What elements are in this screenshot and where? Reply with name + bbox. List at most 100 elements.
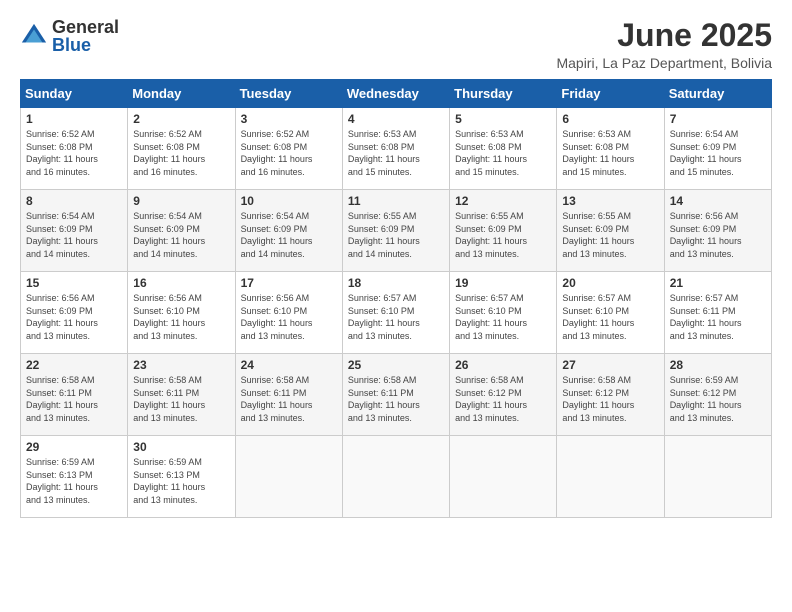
day-info: Sunrise: 6:58 AM Sunset: 6:11 PM Dayligh… [26,374,122,424]
day-info: Sunrise: 6:55 AM Sunset: 6:09 PM Dayligh… [348,210,444,260]
day-info: Sunrise: 6:55 AM Sunset: 6:09 PM Dayligh… [562,210,658,260]
day-info: Sunrise: 6:54 AM Sunset: 6:09 PM Dayligh… [133,210,229,260]
day-info: Sunrise: 6:58 AM Sunset: 6:11 PM Dayligh… [133,374,229,424]
day-info: Sunrise: 6:55 AM Sunset: 6:09 PM Dayligh… [455,210,551,260]
day-info: Sunrise: 6:58 AM Sunset: 6:11 PM Dayligh… [348,374,444,424]
table-row: 28Sunrise: 6:59 AM Sunset: 6:12 PM Dayli… [664,354,771,436]
table-row [664,436,771,518]
table-row: 18 Sunrise: 6:57 AM Sunset: 6:10 PM Dayli… [342,272,449,354]
day-number: 25 [348,358,444,372]
day-number: 9 [133,194,229,208]
table-row: 17Sunrise: 6:56 AM Sunset: 6:10 PM Dayli… [235,272,342,354]
day-number: 17 [241,276,337,290]
day-number: 8 [26,194,122,208]
table-row: 30 Sunrise: 6:59 AM Sunset: 6:13 PM Dayli… [128,436,235,518]
day-number: 10 [241,194,337,208]
header: General Blue June 2025 Mapiri, La Paz De… [20,18,772,71]
day-number: 23 [133,358,229,372]
table-row: 6 Sunrise: 6:53 AM Sunset: 6:08 PM Daylig… [557,108,664,190]
day-info: Sunrise: 6:54 AM Sunset: 6:09 PM Dayligh… [241,210,337,260]
col-thursday: Thursday [450,80,557,108]
table-row: 16 Sunrise: 6:56 AM Sunset: 6:10 PM Dayli… [128,272,235,354]
day-number: 3 [241,112,337,126]
day-number: 18 [348,276,444,290]
logo-general-text: General [52,18,119,36]
day-info: Sunrise: 6:57 AM Sunset: 6:10 PM Dayligh… [455,292,551,342]
day-info: Sunrise: 6:54 AM Sunset: 6:09 PM Dayligh… [670,128,766,178]
day-info: Sunrise: 6:57 AM Sunset: 6:10 PM Dayligh… [562,292,658,342]
day-number: 7 [670,112,766,126]
day-number: 1 [26,112,122,126]
day-number: 26 [455,358,551,372]
table-row [557,436,664,518]
calendar-table: Sunday Monday Tuesday Wednesday Thursday… [20,79,772,518]
header-row: Sunday Monday Tuesday Wednesday Thursday… [21,80,772,108]
table-row: 12 Sunrise: 6:55 AM Sunset: 6:09 PM Dayli… [450,190,557,272]
logo: General Blue [20,18,119,54]
table-row: 2 Sunrise: 6:52 AM Sunset: 6:08 PM Daylig… [128,108,235,190]
table-row: 5Sunrise: 6:53 AM Sunset: 6:08 PM Daylig… [450,108,557,190]
day-number: 29 [26,440,122,454]
table-row: 7 Sunrise: 6:54 AM Sunset: 6:09 PM Daylig… [664,108,771,190]
subtitle: Mapiri, La Paz Department, Bolivia [556,55,772,71]
day-number: 22 [26,358,122,372]
col-wednesday: Wednesday [342,80,449,108]
table-row: 13 Sunrise: 6:55 AM Sunset: 6:09 PM Dayli… [557,190,664,272]
day-info: Sunrise: 6:53 AM Sunset: 6:08 PM Dayligh… [455,128,551,178]
table-row: 19 Sunrise: 6:57 AM Sunset: 6:10 PM Dayli… [450,272,557,354]
table-row [342,436,449,518]
table-row [450,436,557,518]
table-row: 20Sunrise: 6:57 AM Sunset: 6:10 PM Dayli… [557,272,664,354]
day-info: Sunrise: 6:53 AM Sunset: 6:08 PM Dayligh… [562,128,658,178]
table-row [235,436,342,518]
day-number: 12 [455,194,551,208]
table-row: 11Sunrise: 6:55 AM Sunset: 6:09 PM Dayli… [342,190,449,272]
day-info: Sunrise: 6:54 AM Sunset: 6:09 PM Dayligh… [26,210,122,260]
table-row: 24Sunrise: 6:58 AM Sunset: 6:11 PM Dayli… [235,354,342,436]
col-sunday: Sunday [21,80,128,108]
table-row: 4 Sunrise: 6:53 AM Sunset: 6:08 PM Daylig… [342,108,449,190]
day-info: Sunrise: 6:56 AM Sunset: 6:10 PM Dayligh… [133,292,229,342]
day-number: 24 [241,358,337,372]
day-info: Sunrise: 6:59 AM Sunset: 6:13 PM Dayligh… [133,456,229,506]
day-number: 15 [26,276,122,290]
table-row: 9 Sunrise: 6:54 AM Sunset: 6:09 PM Daylig… [128,190,235,272]
day-number: 14 [670,194,766,208]
col-friday: Friday [557,80,664,108]
day-number: 13 [562,194,658,208]
day-info: Sunrise: 6:53 AM Sunset: 6:08 PM Dayligh… [348,128,444,178]
table-row: 15Sunrise: 6:56 AM Sunset: 6:09 PM Dayli… [21,272,128,354]
table-row: 8 Sunrise: 6:54 AM Sunset: 6:09 PM Daylig… [21,190,128,272]
day-number: 19 [455,276,551,290]
logo-text: General Blue [52,18,119,54]
day-number: 6 [562,112,658,126]
day-number: 30 [133,440,229,454]
day-number: 4 [348,112,444,126]
day-info: Sunrise: 6:57 AM Sunset: 6:10 PM Dayligh… [348,292,444,342]
day-info: Sunrise: 6:58 AM Sunset: 6:12 PM Dayligh… [562,374,658,424]
calendar-body: 1 Sunrise: 6:52 AM Sunset: 6:08 PM Daylig… [21,108,772,518]
table-row: 21Sunrise: 6:57 AM Sunset: 6:11 PM Dayli… [664,272,771,354]
logo-blue-text: Blue [52,36,119,54]
day-number: 2 [133,112,229,126]
title-section: June 2025 Mapiri, La Paz Department, Bol… [556,18,772,71]
col-monday: Monday [128,80,235,108]
col-saturday: Saturday [664,80,771,108]
day-info: Sunrise: 6:52 AM Sunset: 6:08 PM Dayligh… [133,128,229,178]
logo-icon [20,22,48,50]
day-info: Sunrise: 6:52 AM Sunset: 6:08 PM Dayligh… [26,128,122,178]
table-row: 26Sunrise: 6:58 AM Sunset: 6:12 PM Dayli… [450,354,557,436]
table-row: 25 Sunrise: 6:58 AM Sunset: 6:11 PM Dayli… [342,354,449,436]
table-row: 27Sunrise: 6:58 AM Sunset: 6:12 PM Dayli… [557,354,664,436]
table-row: 3 Sunrise: 6:52 AM Sunset: 6:08 PM Daylig… [235,108,342,190]
day-info: Sunrise: 6:59 AM Sunset: 6:13 PM Dayligh… [26,456,122,506]
day-number: 28 [670,358,766,372]
table-row: 10 Sunrise: 6:54 AM Sunset: 6:09 PM Dayli… [235,190,342,272]
col-tuesday: Tuesday [235,80,342,108]
main-title: June 2025 [556,18,772,53]
day-number: 16 [133,276,229,290]
page: General Blue June 2025 Mapiri, La Paz De… [0,0,792,612]
table-row: 14 Sunrise: 6:56 AM Sunset: 6:09 PM Dayli… [664,190,771,272]
day-info: Sunrise: 6:56 AM Sunset: 6:09 PM Dayligh… [670,210,766,260]
day-info: Sunrise: 6:52 AM Sunset: 6:08 PM Dayligh… [241,128,337,178]
